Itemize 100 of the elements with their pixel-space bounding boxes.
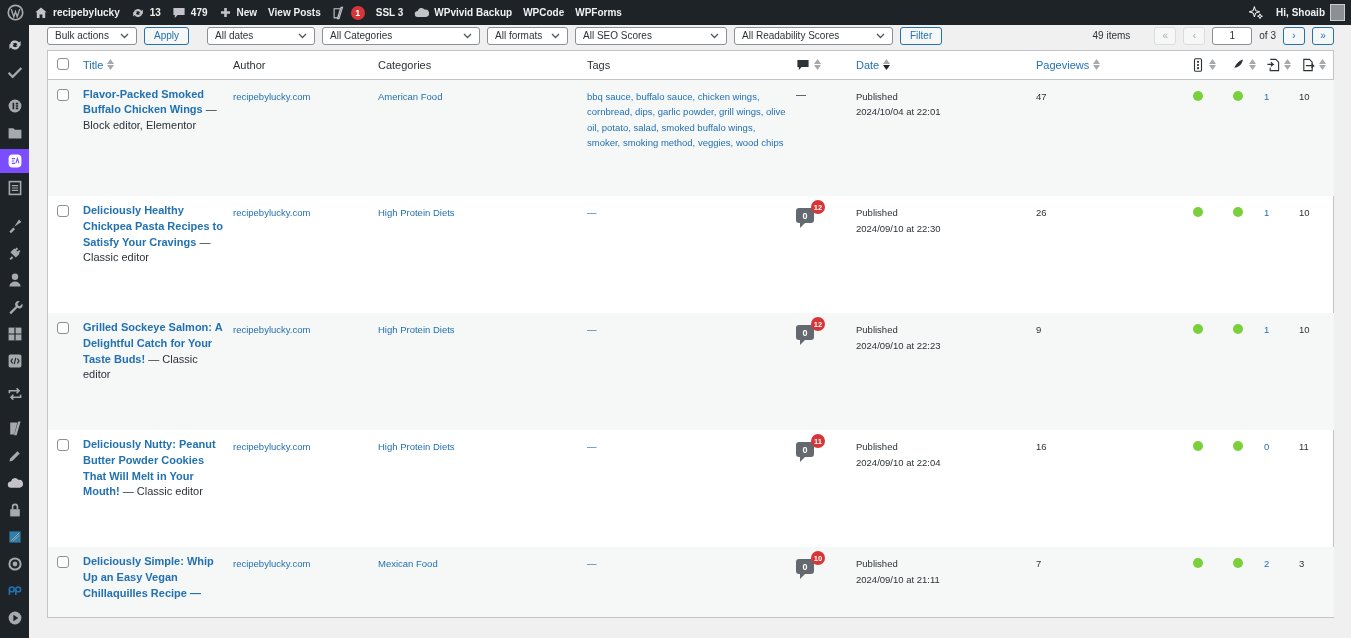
- caret-icon[interactable]: [463, 32, 472, 39]
- ring-icon[interactable]: [6, 556, 23, 572]
- comment-icon[interactable]: [171, 5, 186, 20]
- category-filter-dropdown[interactable]: All Categories: [322, 26, 480, 45]
- pageviews-count: 9: [1036, 324, 1042, 335]
- format-filter-dropdown[interactable]: All formats: [487, 26, 568, 45]
- wpcode-link[interactable]: WPCode: [523, 7, 565, 18]
- outgoing-link-icon[interactable]: [1301, 57, 1315, 72]
- seo-score-dropdown[interactable]: All SEO Scores: [575, 26, 727, 45]
- author-link[interactable]: recipebylucky.com: [233, 558, 311, 569]
- no-comments-text: —: [796, 88, 806, 100]
- cloud-icon[interactable]: [414, 5, 430, 20]
- play-icon[interactable]: [6, 610, 23, 626]
- sync-icon[interactable]: [6, 37, 23, 53]
- category-link[interactable]: High Protein Diets: [378, 324, 455, 335]
- cloud-icon[interactable]: [6, 475, 23, 491]
- menu-item[interactable]: [0, 149, 29, 173]
- post-title[interactable]: Deliciously Healthy Chickpea Pasta Recipes to Satisfy Your Cravings — Classic editor: [83, 203, 225, 267]
- code-icon[interactable]: [6, 353, 23, 369]
- page-number-field[interactable]: 1: [1212, 26, 1253, 45]
- notification-badge: 1: [350, 5, 365, 20]
- author-link[interactable]: recipebylucky.com: [233, 441, 311, 452]
- incoming-links-count[interactable]: 1: [1264, 324, 1270, 335]
- repeat-icon[interactable]: [6, 386, 23, 402]
- wpforms-link[interactable]: WPForms: [575, 7, 622, 18]
- last-page-button[interactable]: »: [1312, 26, 1334, 45]
- post-date: 2024/10/04 at 22:01: [856, 105, 942, 119]
- author-link[interactable]: recipebylucky.com: [233, 90, 311, 102]
- category-link[interactable]: Mexican Food: [378, 558, 438, 569]
- checkbox[interactable]: [57, 205, 69, 217]
- grid-icon[interactable]: [6, 326, 23, 342]
- wordpress-logo-icon[interactable]: [7, 4, 24, 21]
- post-title[interactable]: Deliciously Nutty: Peanut Butter Powder Cookies That Will Melt in Your Mouth! — Classic editor: [83, 437, 225, 501]
- plus-icon[interactable]: [218, 6, 232, 19]
- bulk-actions-dropdown[interactable]: Bulk actions: [47, 26, 137, 45]
- square-logo-icon[interactable]: [6, 529, 23, 545]
- sparkle-icon[interactable]: [1248, 4, 1265, 21]
- traffic-light-icon[interactable]: [1191, 57, 1205, 72]
- incoming-links-count[interactable]: 1: [1264, 207, 1270, 218]
- pencil-icon[interactable]: [6, 448, 23, 464]
- category-link[interactable]: High Protein Diets: [378, 207, 455, 218]
- tag-list[interactable]: —: [587, 205, 788, 221]
- comment-icon[interactable]: [796, 57, 810, 72]
- filter-button[interactable]: Filter: [900, 26, 943, 45]
- comments-count[interactable]: 479: [190, 7, 208, 18]
- next-page-button[interactable]: ›: [1283, 26, 1305, 45]
- ssl-link[interactable]: SSL 3: [375, 7, 404, 18]
- post-status: Published: [856, 89, 899, 104]
- category-link[interactable]: American Food: [378, 90, 443, 102]
- backup-link[interactable]: WPvivid Backup: [434, 7, 513, 18]
- column-header[interactable]: Date: [856, 58, 880, 71]
- author-link[interactable]: recipebylucky.com: [233, 207, 311, 218]
- document-icon[interactable]: [6, 180, 23, 196]
- new-link[interactable]: New: [236, 7, 258, 18]
- updates-count[interactable]: 13: [149, 7, 161, 18]
- tag-list[interactable]: —: [587, 439, 788, 455]
- caret-icon[interactable]: [120, 32, 129, 39]
- circle-logo-icon[interactable]: [6, 98, 23, 114]
- date-filter-dropdown[interactable]: All dates: [207, 26, 315, 45]
- post-status: Published: [856, 440, 899, 454]
- incoming-link-icon[interactable]: [1266, 57, 1280, 72]
- apply-button[interactable]: Apply: [144, 26, 189, 45]
- post-date: 2024/09/10 at 22:30: [856, 221, 942, 236]
- brush-icon[interactable]: [6, 218, 23, 234]
- column-header[interactable]: Title: [83, 58, 104, 71]
- sort-arrows-icon[interactable]: [883, 59, 891, 71]
- greeting-link[interactable]: Hi, Shoaib: [1276, 7, 1325, 18]
- outgoing-links-count: 3: [1299, 558, 1305, 569]
- caret-icon[interactable]: [876, 32, 885, 39]
- caret-icon[interactable]: [298, 32, 307, 39]
- author-link[interactable]: recipebylucky.com: [233, 324, 311, 335]
- letter-badge-icon: [6, 153, 23, 169]
- post-date: 2024/09/10 at 21:11: [856, 572, 941, 587]
- home-icon[interactable]: [34, 5, 48, 20]
- checkmark-icon[interactable]: [6, 64, 23, 80]
- wrench-icon[interactable]: [6, 299, 23, 315]
- pageviews-count: 26: [1036, 207, 1047, 218]
- checkbox[interactable]: [57, 322, 69, 334]
- incoming-links-count[interactable]: 1: [1264, 90, 1270, 102]
- column-header: Tags: [587, 58, 611, 71]
- readability-dropdown[interactable]: All Readability Scores: [734, 26, 893, 45]
- caret-icon[interactable]: [710, 32, 719, 39]
- checkbox[interactable]: [57, 57, 69, 70]
- checkbox[interactable]: [57, 88, 69, 101]
- view-posts-link[interactable]: View Posts: [268, 7, 321, 18]
- tag-list[interactable]: —: [587, 322, 788, 338]
- incoming-links-count[interactable]: 0: [1264, 441, 1270, 452]
- seo-logo-icon[interactable]: [331, 5, 346, 20]
- column-header: Author: [233, 58, 266, 71]
- category-link[interactable]: High Protein Diets: [378, 441, 455, 452]
- folder-icon[interactable]: [6, 125, 23, 141]
- caret-icon[interactable]: [551, 32, 560, 39]
- pageviews-count: 47: [1036, 90, 1047, 102]
- column-header[interactable]: Pageviews: [1036, 58, 1090, 71]
- checkbox[interactable]: [57, 439, 69, 451]
- post-date: 2024/09/10 at 22:04: [856, 455, 942, 470]
- checkbox[interactable]: [57, 556, 69, 568]
- site-name-link[interactable]: recipebylucky: [53, 7, 120, 18]
- outgoing-links-count: 10: [1299, 324, 1310, 335]
- incoming-links-count[interactable]: 2: [1264, 558, 1270, 569]
